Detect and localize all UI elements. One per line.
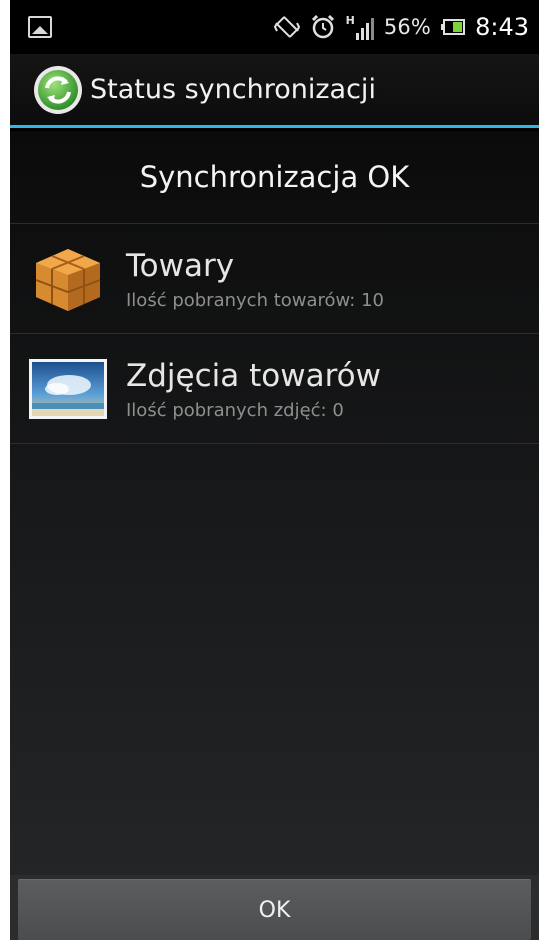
ok-button[interactable]: OK [18, 879, 531, 940]
item-subtitle: Ilość pobranych zdjęć: 0 [126, 399, 344, 421]
list-item-zdjecia[interactable]: Zdjęcia towarów Ilość pobranych zdjęć: 0 [10, 334, 539, 444]
item-title: Towary [126, 247, 235, 284]
page-title: Status synchronizacji [90, 74, 376, 105]
network-type-label: H [345, 14, 355, 27]
clock: 8:43 [475, 13, 529, 41]
sync-status-text: Synchronizacja OK [10, 131, 539, 224]
gallery-notification-icon[interactable] [28, 16, 52, 38]
rotation-icon [273, 16, 300, 38]
action-bar: Status synchronizacji [10, 54, 539, 128]
item-title: Zdjęcia towarów [126, 357, 381, 394]
picture-icon [28, 349, 108, 429]
screen: H 56% 8:43 Status synchronizacji Synchro… [10, 0, 539, 940]
boxes-icon [28, 239, 108, 319]
status-bar: H 56% 8:43 [10, 0, 539, 54]
alarm-icon [311, 14, 334, 39]
item-subtitle: Ilość pobranych towarów: 10 [126, 289, 384, 311]
content: Synchronizacja OK Towary Ilość pobranych… [10, 131, 539, 875]
signal-icon: H [346, 14, 374, 40]
button-bar: OK [10, 875, 539, 940]
battery-icon [441, 19, 466, 35]
list-item-towary[interactable]: Towary Ilość pobranych towarów: 10 [10, 224, 539, 334]
battery-percent: 56% [383, 15, 432, 39]
sync-icon[interactable] [32, 64, 84, 116]
